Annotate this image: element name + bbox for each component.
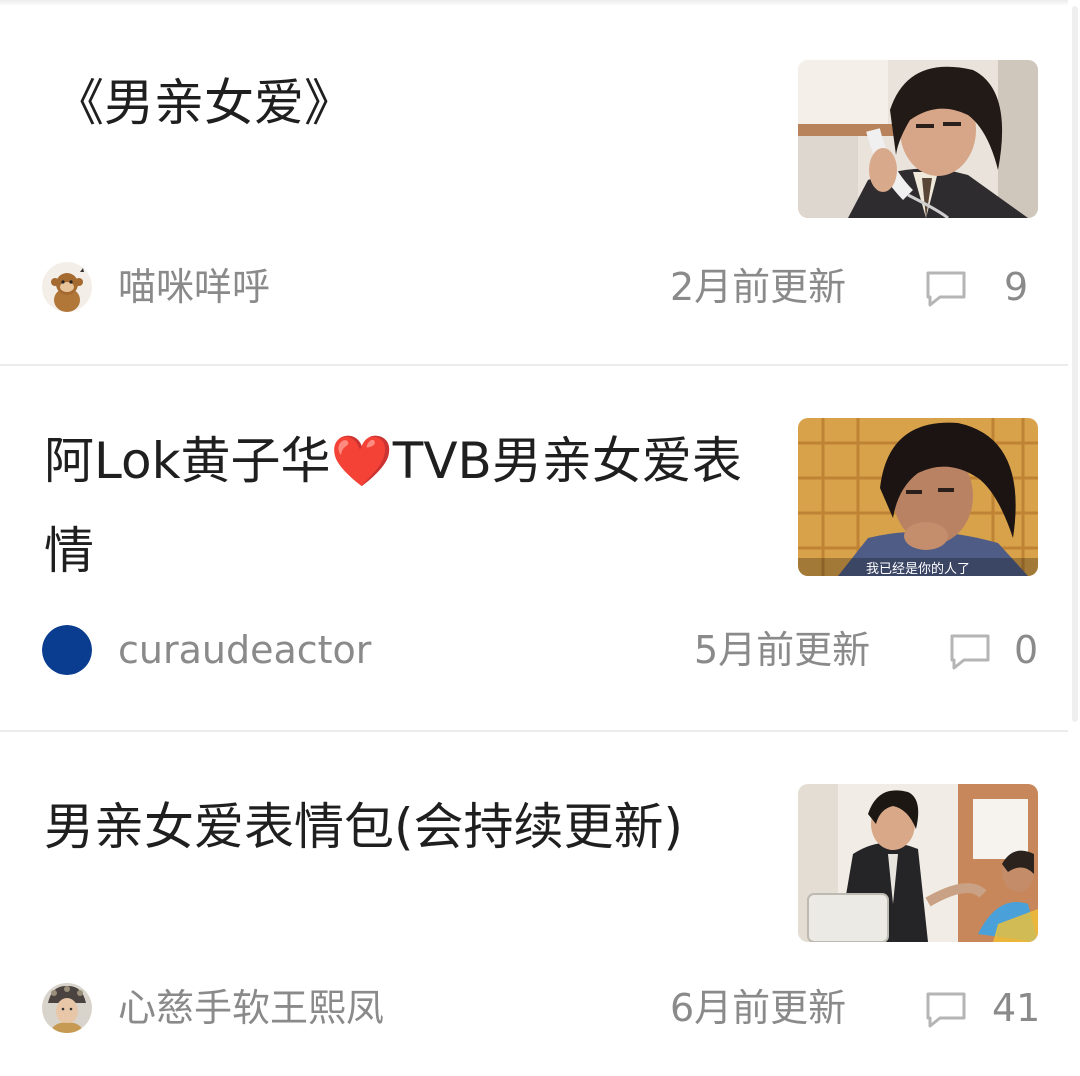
article-meta: curaudeactor 5月前更新 0 xyxy=(42,622,1042,678)
article-title[interactable]: 《男亲女爱》 xyxy=(54,58,774,148)
comment-count: 9 xyxy=(1004,265,1029,309)
update-time: 6月前更新 xyxy=(670,986,847,1030)
blue-circle-avatar-icon[interactable] xyxy=(42,625,92,675)
comment-icon[interactable] xyxy=(924,990,968,1028)
office-scene-thumbnail[interactable] xyxy=(798,784,1038,942)
article-meta: 喵咪咩呼 2月前更新 9 xyxy=(42,259,1042,315)
scrollbar-track[interactable] xyxy=(1068,0,1080,1076)
comment-icon[interactable] xyxy=(924,269,968,307)
article-card-3[interactable]: 男亲女爱表情包(会持续更新) 心慈手软王熙凤 6月前更新 41 xyxy=(0,732,1068,1076)
woman-headdress-avatar-icon[interactable] xyxy=(42,983,92,1033)
article-title[interactable]: 阿Lok黄子华❤️TVB男亲女爱表情 xyxy=(44,416,764,596)
update-time: 5月前更新 xyxy=(694,628,871,672)
monkey-avatar-icon[interactable] xyxy=(42,262,92,312)
man-thinking-thumbnail[interactable]: 我已经是你的人了 xyxy=(798,418,1038,576)
author-name[interactable]: curaudeactor xyxy=(118,622,371,678)
scrollbar-thumb[interactable] xyxy=(1072,6,1078,722)
comment-count: 41 xyxy=(992,986,1041,1030)
author-name[interactable]: 喵咪咩呼 xyxy=(118,259,270,315)
comment-icon[interactable] xyxy=(948,632,992,670)
article-card-1[interactable]: 《男亲女爱》 喵咪咩呼 2月前更新 9 xyxy=(0,6,1068,364)
article-card-2[interactable]: 阿Lok黄子华❤️TVB男亲女爱表情 我已经是你的人了 curaudeactor… xyxy=(0,366,1068,730)
author-name[interactable]: 心慈手软王熙凤 xyxy=(118,980,384,1036)
update-time: 2月前更新 xyxy=(670,265,847,309)
man-on-phone-thumbnail[interactable] xyxy=(798,60,1038,218)
comment-count: 0 xyxy=(1014,628,1039,672)
article-title[interactable]: 男亲女爱表情包(会持续更新) xyxy=(44,782,764,872)
thumbnail-caption: 我已经是你的人了 xyxy=(866,561,970,576)
article-meta: 心慈手软王熙凤 6月前更新 41 xyxy=(42,980,1042,1036)
